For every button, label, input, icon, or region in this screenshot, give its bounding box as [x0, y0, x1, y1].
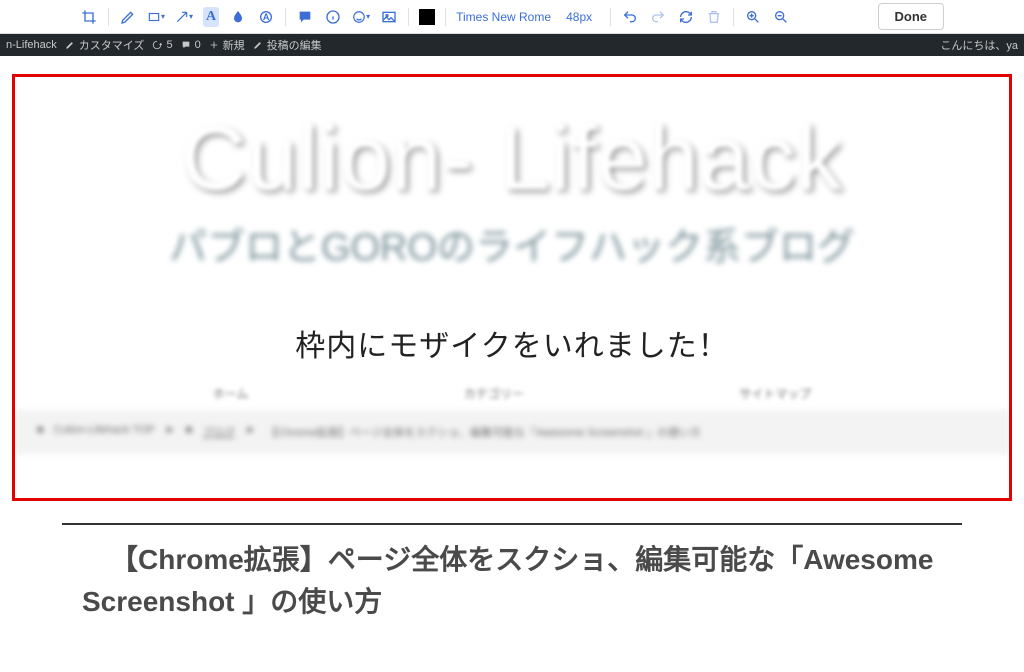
breadcrumb: ■ Culion-Lifehack TOP ►■ ブログ ► 【Chrome拡張… — [15, 410, 1009, 454]
annotation-text-row: 枠内にモザイクをいれました！ — [15, 307, 1009, 371]
wp-new[interactable]: 新規 — [209, 37, 245, 53]
article-title: 【Chrome拡張】ページ全体をスクショ、編集可能な「Awesome Scree… — [12, 539, 1012, 623]
crumb-top[interactable]: Culion-Lifehack TOP — [54, 424, 155, 440]
zoom-out-icon[interactable] — [772, 8, 790, 26]
wp-greeting[interactable]: こんにちは、ya — [940, 37, 1018, 53]
separator — [733, 8, 734, 26]
arrow-icon[interactable]: ▾ — [175, 8, 193, 26]
info-icon[interactable] — [324, 8, 342, 26]
font-size-select[interactable]: 48px — [566, 10, 600, 24]
done-button[interactable]: Done — [878, 3, 945, 30]
blur-icon[interactable] — [229, 8, 247, 26]
font-select[interactable]: Times New Rome — [456, 10, 556, 24]
undo-icon[interactable] — [621, 8, 639, 26]
site-nav: ホーム カテゴリー サイトマップ — [15, 371, 1009, 410]
wp-new-label: 新規 — [223, 37, 245, 53]
wp-updates[interactable]: 5 — [152, 39, 172, 51]
hero-title: Culion- Lifehack — [181, 114, 842, 204]
editor-toolbar: ▾ ▾ A A ▾ Times New Rome 48px — [0, 0, 1024, 34]
refresh-icon[interactable] — [677, 8, 695, 26]
hero-banner: Culion- Lifehack パブロとGOROのライフハック系ブログ — [15, 77, 1009, 307]
separator — [285, 8, 286, 26]
wp-edit-label: 投稿の編集 — [267, 37, 322, 53]
comment-icon[interactable] — [296, 8, 314, 26]
hero-subtitle: パブロとGOROのライフハック系ブログ — [169, 216, 855, 271]
annotation-rectangle[interactable]: Culion- Lifehack パブロとGOROのライフハック系ブログ 枠内に… — [12, 74, 1012, 501]
zoom-in-icon[interactable] — [744, 8, 762, 26]
trash-icon[interactable] — [705, 8, 723, 26]
separator — [445, 8, 446, 26]
crumb-post: 【Chrome拡張】ページ全体をスクショ、編集可能な「Awesome Scree… — [266, 424, 701, 440]
crop-icon[interactable] — [80, 8, 98, 26]
text-icon[interactable]: A — [203, 7, 219, 27]
wp-customize-label: カスタマイズ — [79, 37, 145, 53]
wp-admin-bar: n-Lifehack カスタマイズ 5 0 新規 投稿の編集 こんにちは、ya — [0, 34, 1024, 56]
annotation-text[interactable]: 枠内にモザイクをいれました！ — [295, 330, 728, 363]
redo-icon[interactable] — [649, 8, 667, 26]
crumb-blog[interactable]: ブログ — [202, 424, 235, 440]
emoji-icon[interactable]: ▾ — [352, 8, 370, 26]
wp-comments-count: 0 — [195, 39, 201, 51]
divider — [62, 523, 962, 525]
separator — [108, 8, 109, 26]
wp-site-name[interactable]: n-Lifehack — [6, 39, 57, 51]
separator — [610, 8, 611, 26]
badge-icon[interactable]: A — [257, 8, 275, 26]
image-icon[interactable] — [380, 8, 398, 26]
nav-sitemap[interactable]: サイトマップ — [739, 385, 811, 402]
wp-comments[interactable]: 0 — [181, 39, 201, 51]
pen-icon[interactable] — [119, 8, 137, 26]
wp-updates-count: 5 — [166, 39, 172, 51]
nav-category[interactable]: カテゴリー — [464, 385, 524, 402]
captured-screenshot: Culion- Lifehack パブロとGOROのライフハック系ブログ 枠内に… — [0, 56, 1024, 623]
rectangle-icon[interactable]: ▾ — [147, 8, 165, 26]
color-swatch[interactable] — [419, 9, 435, 25]
wp-edit[interactable]: 投稿の編集 — [253, 37, 322, 53]
separator — [408, 8, 409, 26]
wp-customize[interactable]: カスタマイズ — [65, 37, 145, 53]
nav-home[interactable]: ホーム — [213, 385, 249, 402]
